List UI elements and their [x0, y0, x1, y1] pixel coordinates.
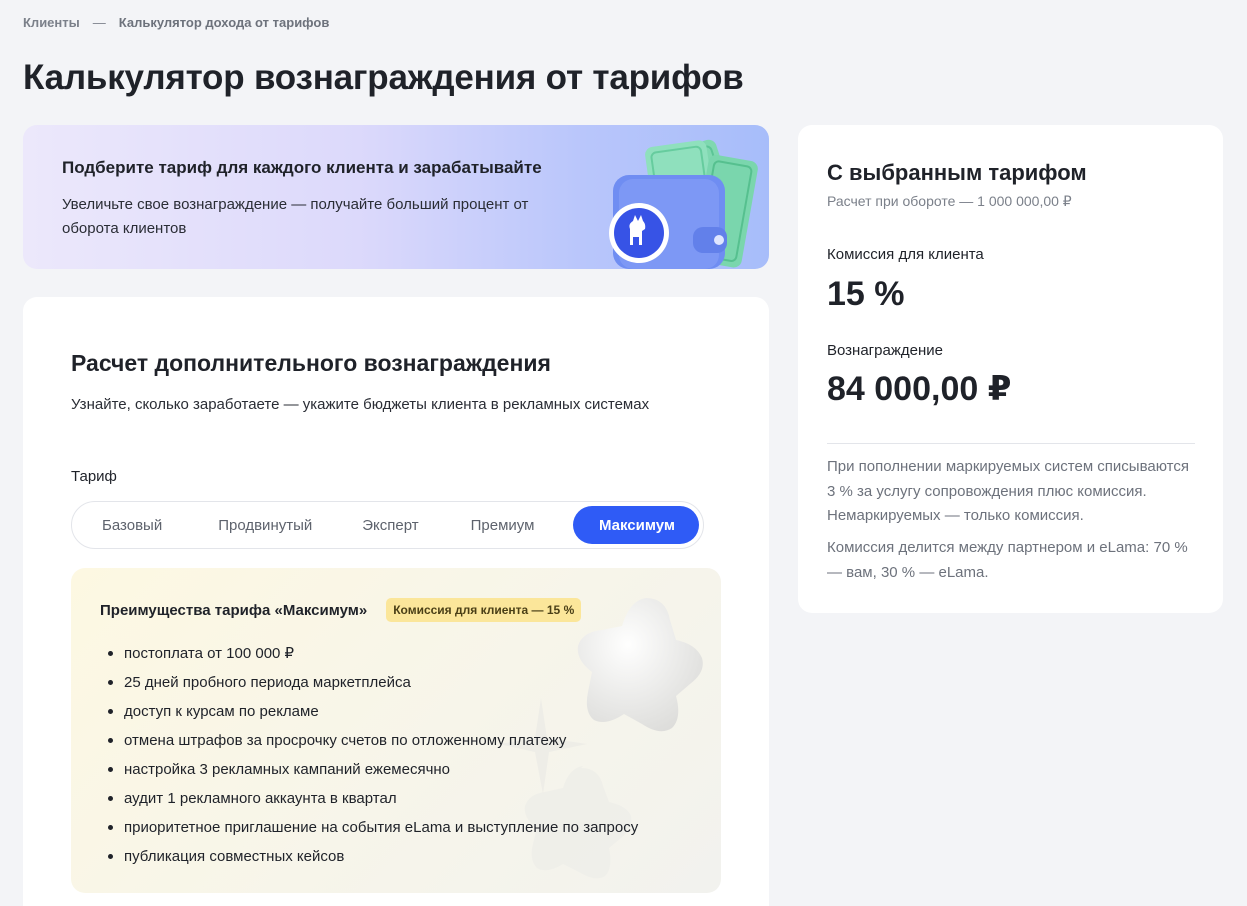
promo-text: Увеличьте свое вознаграждение — получайт…: [62, 196, 529, 237]
promo-banner: Подберите тариф для каждого клиента и за…: [23, 125, 769, 269]
tab-expert[interactable]: Эксперт: [336, 506, 444, 544]
list-item: аудит 1 рекламного аккаунта в квартал: [107, 784, 638, 813]
benefits-panel: Преимущества тарифа «Максимум» Комиссия …: [71, 568, 721, 893]
commission-label: Комиссия для клиента: [827, 246, 984, 263]
tariff-tabs: Базовый Продвинутый Эксперт Премиум Макс…: [71, 501, 704, 549]
list-item: настройка 3 рекламных кампаний ежемесячн…: [107, 755, 638, 784]
tab-advanced[interactable]: Продвинутый: [188, 506, 336, 544]
list-item: приоритетное приглашение на события eLam…: [107, 813, 638, 842]
list-item: постоплата от 100 000 ₽: [107, 639, 638, 668]
calc-title: Расчет дополнительного вознаграждения: [71, 350, 551, 376]
tab-maximum[interactable]: Максимум: [572, 506, 699, 544]
tab-premium[interactable]: Премиум: [445, 506, 559, 544]
calc-subtitle: Узнайте, сколько заработаете — укажите б…: [71, 396, 650, 413]
tariff-label: Тариф: [71, 468, 117, 485]
commission-value: 15 %: [827, 275, 905, 313]
benefits-title: Преимущества тарифа «Максимум»: [100, 601, 368, 619]
summary-note-split: Комиссия делится между партнером и eLama…: [827, 539, 1188, 581]
summary-subtitle: Расчет при обороте — 1 000 000,00 ₽: [827, 193, 1072, 209]
benefits-list: постоплата от 100 000 ₽ 25 дней пробного…: [107, 639, 638, 871]
breadcrumb-current: Калькулятор дохода от тарифов: [118, 15, 330, 30]
summary-title: С выбранным тарифом: [827, 160, 1087, 185]
summary-divider: [827, 443, 1195, 444]
summary-note-marking: При пополнении маркируемых систем списыв…: [827, 458, 1189, 524]
promo-title: Подберите тариф для каждого клиента и за…: [62, 158, 542, 177]
list-item: 25 дней пробного периода маркетплейса: [107, 668, 638, 697]
list-item: отмена штрафов за просрочку счетов по от…: [107, 726, 638, 755]
page-title: Калькулятор вознаграждения от тарифов: [23, 58, 744, 97]
list-item: доступ к курсам по рекламе: [107, 697, 638, 726]
breadcrumb-separator: —: [92, 15, 106, 30]
summary-card: С выбранным тарифом Расчет при обороте —…: [798, 125, 1223, 613]
breadcrumb-link-clients[interactable]: Клиенты: [23, 15, 80, 30]
calc-card: Расчет дополнительного вознаграждения Уз…: [23, 297, 769, 906]
breadcrumb: Клиенты — Калькулятор дохода от тарифов: [23, 15, 329, 30]
reward-label: Вознаграждение: [827, 342, 943, 359]
wallet-with-money-icon: [609, 139, 758, 269]
benefits-header: Преимущества тарифа «Максимум» Комиссия …: [100, 598, 582, 622]
reward-value: 84 000,00 ₽: [827, 370, 1012, 408]
list-item: публикация совместных кейсов: [107, 842, 638, 871]
tab-basic[interactable]: Базовый: [76, 506, 188, 544]
commission-badge: Комиссия для клиента — 15 %: [386, 598, 582, 622]
